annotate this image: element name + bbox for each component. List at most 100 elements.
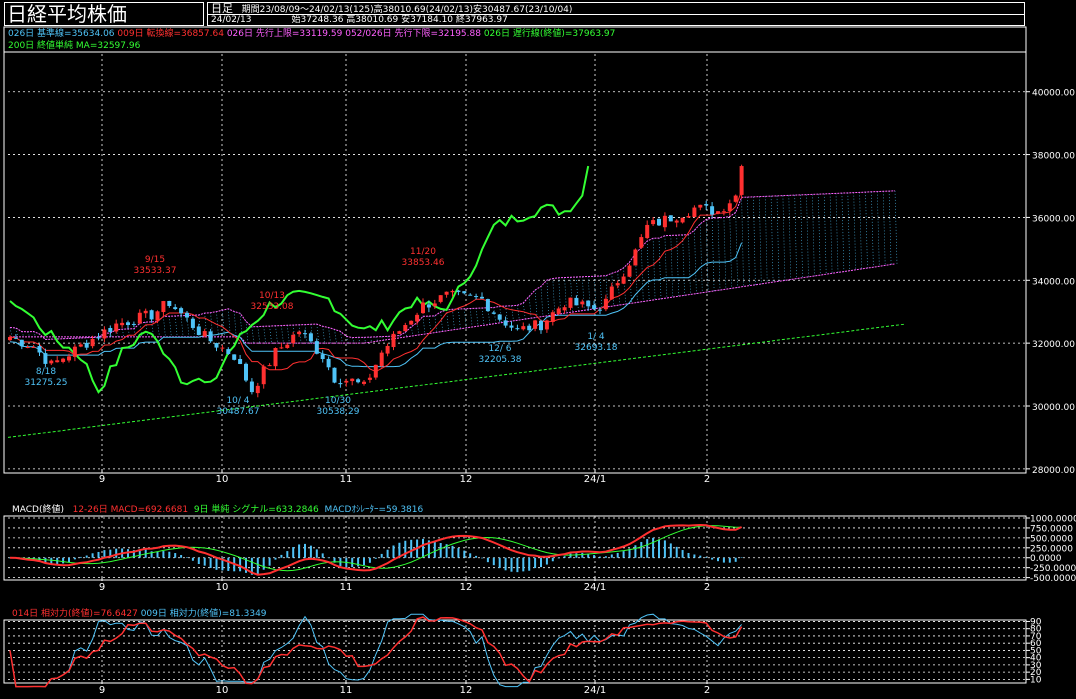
candle-body: [574, 297, 579, 306]
candle-body: [72, 346, 77, 357]
candle-body: [721, 211, 726, 213]
cloud-hatch: [853, 192, 856, 271]
cloud-hatch: [275, 325, 278, 344]
macd-histogram-bar: [492, 557, 495, 566]
macd-histogram-bar: [717, 557, 719, 562]
candle-body: [692, 207, 697, 218]
candle-body: [568, 297, 573, 308]
candle-body: [344, 380, 349, 383]
annotation-value: 32533.08: [251, 302, 294, 312]
price-axis: 40000.00 38000.00 36000.00 34000.00 32000.00…: [1025, 54, 1075, 476]
candle-body: [332, 367, 337, 383]
macd-tick-label: 0.0000: [1030, 554, 1062, 564]
cloud-hatch: [251, 326, 255, 344]
macd-histogram-bar: [280, 554, 283, 558]
annotation-date: 1/ 4: [587, 332, 605, 342]
macd-histogram-bar: [599, 556, 601, 558]
cloud-hatch: [646, 240, 650, 301]
candle-body: [202, 331, 207, 337]
macd-histogram-bar: [309, 545, 312, 558]
candle-body: [102, 329, 107, 339]
macd-histogram-bar: [593, 555, 596, 558]
candle-body: [279, 347, 284, 349]
macd-histogram-bar: [191, 557, 194, 561]
annotation-value: 32205.38: [479, 355, 522, 365]
macd-histogram-bar: [68, 557, 70, 563]
cloud-hatch: [328, 327, 331, 344]
price-tick-label: 34000.00: [1032, 277, 1075, 287]
cloud-hatch: [770, 196, 774, 283]
candle-body: [680, 217, 685, 223]
macd-histogram-bar: [174, 553, 177, 558]
macd-histogram-bar: [569, 553, 572, 558]
cloud-hatch: [517, 305, 520, 321]
macd-histogram-bar: [699, 555, 702, 558]
candle-body: [84, 342, 89, 348]
candle-body: [562, 307, 567, 311]
macd-histogram-bar: [498, 557, 501, 568]
x-tick-label: 9: [99, 685, 105, 696]
candle-body: [710, 206, 715, 215]
candle-body: [137, 312, 142, 324]
macd-histogram-bar: [604, 556, 607, 558]
candle-body: [550, 312, 555, 322]
candle-body: [31, 346, 36, 348]
macd-histogram-bar: [73, 557, 76, 560]
candle-body: [308, 333, 313, 342]
macd-histogram-bar: [62, 557, 65, 564]
x-tick-label: 12: [460, 582, 473, 593]
price-tick-label: 30000.00: [1032, 403, 1075, 413]
macd-histogram-bar: [622, 551, 625, 558]
price-tick-label: 32000.00: [1032, 340, 1075, 350]
macd-axis: 1000.0000750.0000500.0000250.00000.0000-…: [1025, 514, 1076, 584]
macd-histogram-bar: [469, 553, 472, 558]
candle-body: [55, 360, 60, 363]
candle-body: [131, 323, 136, 325]
candle-body: [126, 322, 130, 326]
cloud-hatch: [434, 315, 438, 333]
cloud-hatch: [682, 234, 685, 296]
cloud-hatch: [782, 195, 786, 281]
macd-histogram-bar: [545, 557, 548, 565]
candle-body: [108, 328, 113, 333]
cloud-hatch: [233, 311, 237, 337]
price-tick-label: 36000.00: [1032, 214, 1075, 224]
cloud-hatch: [794, 195, 797, 279]
cloud-hatch: [27, 331, 30, 337]
x-tick-label: 12: [460, 474, 473, 485]
macd-histogram-bar: [675, 546, 678, 558]
candle-body: [155, 311, 160, 321]
candle-body: [391, 333, 396, 348]
candle-body: [509, 325, 514, 328]
candle-body: [621, 276, 626, 284]
macd-histogram-bar: [711, 557, 714, 560]
chart-canvas: 9/1533533.37 8/1831275.25 10/1332533.08 10/…: [3, 26, 1076, 696]
macd-histogram-bar: [463, 550, 466, 558]
annotation-date: 12/ 6: [488, 344, 511, 354]
macd-histogram-bar: [115, 548, 118, 558]
rsi-grid: [8, 620, 1026, 683]
candle-body: [244, 363, 248, 381]
annotation-date: 11/20: [410, 247, 436, 257]
cloud-hatch: [664, 235, 668, 299]
annotation-date: 10/13: [259, 291, 285, 301]
macd-histogram-bar: [669, 543, 672, 558]
macd-histogram-bar: [168, 551, 171, 558]
candle-body: [196, 326, 201, 336]
macd-histogram-bar: [321, 553, 324, 558]
candle-body: [533, 320, 538, 329]
candle-body: [96, 337, 101, 339]
x-axis-rsi: 9 10 11 12 24/1 2: [99, 680, 710, 696]
candle-body: [320, 354, 325, 360]
macd-histogram-bar: [239, 557, 242, 572]
tenkan-line: [9, 190, 743, 373]
candle-body: [480, 296, 484, 299]
macd-histogram-bar: [646, 539, 649, 558]
candle-body: [662, 215, 667, 228]
x-tick-label: 9: [99, 474, 105, 485]
cloud-hatch: [263, 326, 266, 344]
candle-body: [651, 220, 656, 225]
candle-body: [261, 366, 266, 385]
macd-histogram-bar: [740, 557, 743, 558]
cloud-hatch: [576, 276, 579, 312]
